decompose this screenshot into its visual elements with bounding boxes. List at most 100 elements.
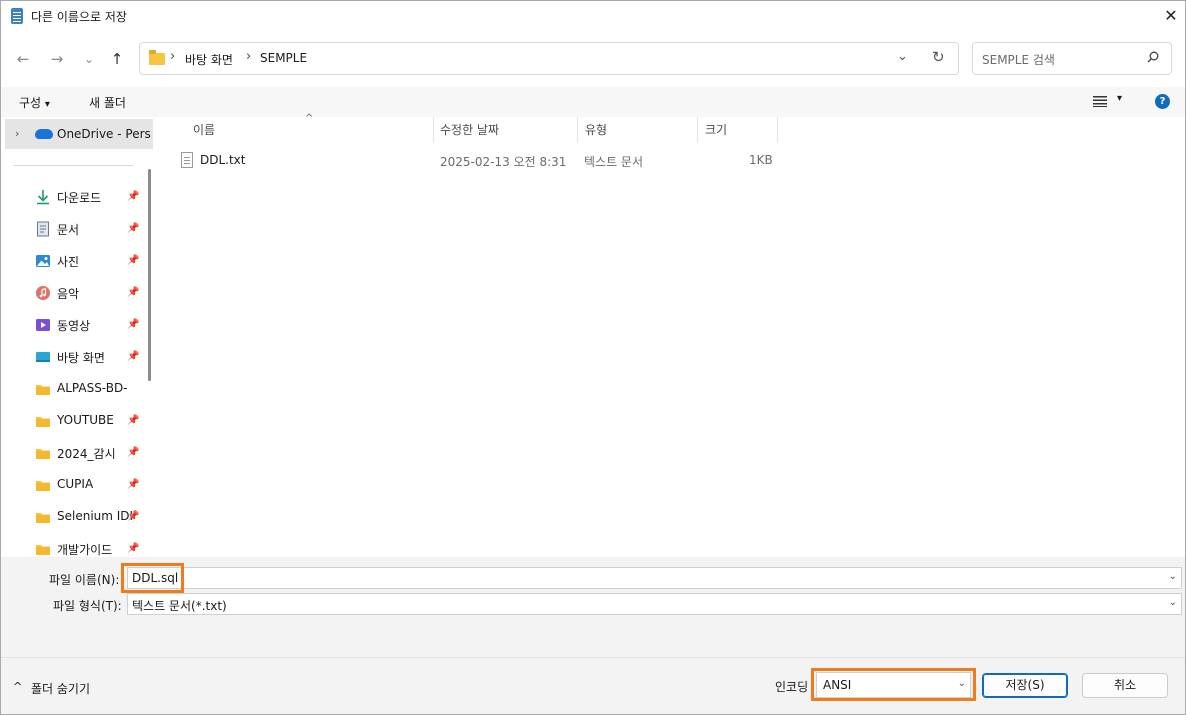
folder-icon [36,417,50,427]
sidebar-item-label: OneDrive - Pers [57,127,151,141]
breadcrumb-chevron-icon[interactable]: › [170,49,175,64]
new-folder-button[interactable]: 새 폴더 [89,94,126,111]
pin-icon[interactable]: 📌 [127,287,139,298]
pin-icon[interactable]: 📌 [127,351,139,362]
folder-icon [149,50,165,65]
scrollbar[interactable] [148,169,151,381]
cancel-button[interactable]: 취소 [1082,673,1168,698]
pin-icon[interactable]: 📌 [127,511,139,522]
search-placeholder: SEMPLE 검색 [982,53,1055,67]
folder-icon [36,513,50,523]
up-button[interactable]: ↑ [107,49,127,69]
pin-icon[interactable]: 📌 [127,191,139,202]
file-name: DDL.txt [200,153,246,167]
column-header-size[interactable]: 크기 [705,121,727,138]
filetype-value: 텍스트 문서(*.txt) [132,599,227,613]
encoding-label: 인코딩 [775,680,809,694]
sidebar-item-pictures[interactable]: 사진 📌 [1,249,147,273]
pin-icon[interactable]: 📌 [127,255,139,266]
cloud-icon [35,129,53,139]
text-file-icon [181,152,193,168]
column-divider[interactable] [697,117,698,143]
folder-icon [36,385,50,395]
file-type: 텍스트 문서 [584,155,644,169]
window-title: 다른 이름으로 저장 [31,10,127,24]
filename-highlight [121,563,184,593]
address-bar[interactable]: › 바탕 화면 › SEMPLE ⌄ ↻ [139,42,959,75]
sidebar-item-music[interactable]: 음악 📌 [1,281,147,305]
sort-ascending-icon: ^ [305,113,314,124]
notepad-icon [11,8,23,24]
sidebar-item-downloads[interactable]: 다운로드 📌 [1,185,147,209]
pin-icon[interactable]: 📌 [127,223,139,234]
pin-icon[interactable]: 📌 [127,415,139,426]
document-icon [37,221,49,237]
file-modified: 2025-02-13 오전 8:31 [440,155,567,169]
sidebar-item-label: ALPASS-BD- [57,381,128,395]
column-divider[interactable] [577,117,578,143]
pin-icon[interactable]: 📌 [127,447,139,458]
column-header-modified[interactable]: 수정한 날짜 [440,121,499,138]
pin-icon[interactable]: 📌 [127,479,139,490]
organize-button[interactable]: 구성 ▾ [19,94,50,111]
navigation-pane: › OneDrive - Pers 다운로드 📌 문서 📌 사진 📌 음악 📌 [1,117,159,557]
sidebar-item-onedrive[interactable]: › OneDrive - Pers [5,119,153,149]
video-icon [36,319,50,331]
pin-icon[interactable]: 📌 [127,543,139,554]
breadcrumb-desktop[interactable]: 바탕 화면 [185,51,233,68]
view-options-icon[interactable] [1093,95,1107,107]
sidebar-item-folder[interactable]: YOUTUBE 📌 [1,409,147,433]
filetype-select[interactable]: 텍스트 문서(*.txt) ⌄ [127,593,1182,615]
column-header-type[interactable]: 유형 [585,121,607,138]
title-bar: 다른 이름으로 저장 ✕ [1,1,1185,31]
forward-button[interactable]: → [47,49,67,69]
breadcrumb-chevron-icon[interactable]: › [246,49,251,64]
command-bar: 구성 ▾ 새 폴더 ▾ ? [1,87,1185,117]
desktop-icon [36,352,50,362]
table-row[interactable]: DDL.txt 2025-02-13 오전 8:31 텍스트 문서 1KB [179,151,779,173]
sidebar-item-videos[interactable]: 동영상 📌 [1,313,147,337]
filename-label: 파일 이름(N): [49,573,120,587]
search-icon[interactable] [1147,51,1159,63]
picture-icon [36,255,50,267]
pin-icon[interactable]: 📌 [127,319,139,330]
save-button[interactable]: 저장(S) [982,673,1068,698]
folder-icon [36,545,50,555]
view-dropdown-icon[interactable]: ▾ [1117,93,1122,104]
sidebar-item-folder[interactable]: ALPASS-BD- [1,377,147,401]
refresh-icon[interactable]: ↻ [932,48,945,66]
recent-locations-button[interactable]: ⌄ [79,49,99,69]
encoding-highlight [811,668,976,701]
sidebar-item-documents[interactable]: 문서 📌 [1,217,147,241]
close-button[interactable]: ✕ [1157,3,1185,29]
file-list: ^ 이름 수정한 날짜 유형 크기 DDL.txt 2025-02-13 오전 … [159,113,1185,557]
filename-field[interactable]: DDL.sql ⌄ [127,567,1182,589]
chevron-up-icon[interactable]: ^ [13,680,22,693]
search-input[interactable]: SEMPLE 검색 [972,42,1172,75]
address-dropdown-icon[interactable]: ⌄ [897,49,908,64]
download-icon [37,190,49,205]
sidebar-item-folder[interactable]: 2024_감시 📌 [1,441,147,465]
back-button[interactable]: ← [13,49,33,69]
sidebar-item-desktop[interactable]: 바탕 화면 📌 [1,345,147,369]
help-icon[interactable]: ? [1155,94,1170,109]
expand-chevron-icon[interactable]: › [15,127,19,140]
divider [13,165,133,166]
chevron-down-icon: ▾ [44,99,50,110]
chevron-down-icon[interactable]: ⌄ [1169,571,1177,582]
sidebar-item-folder[interactable]: CUPIA 📌 [1,473,147,497]
save-as-dialog: 다른 이름으로 저장 ✕ ← → ⌄ ↑ › 바탕 화면 › SEMPLE ⌄ … [0,0,1186,715]
chevron-down-icon[interactable]: ⌄ [1169,597,1177,608]
column-divider[interactable] [777,117,778,143]
music-icon [36,286,50,300]
column-divider[interactable] [433,117,434,143]
sidebar-item-folder[interactable]: 개발가이드 📌 [1,537,147,557]
column-header-name[interactable]: 이름 [193,121,215,138]
breadcrumb-semple[interactable]: SEMPLE [260,51,307,65]
hide-folders-button[interactable]: 폴더 숨기기 [31,680,90,697]
dialog-footer: ^ 폴더 숨기기 인코딩 ANSI ⌄ 저장(S) 취소 [1,657,1185,714]
save-form: 파일 이름(N): DDL.sql ⌄ 파일 형식(T): 텍스트 문서(*.t… [1,557,1185,657]
organize-label: 구성 [19,96,42,110]
filetype-label: 파일 형식(T): [53,599,122,613]
sidebar-item-folder[interactable]: Selenium IDI 📌 [1,505,147,529]
